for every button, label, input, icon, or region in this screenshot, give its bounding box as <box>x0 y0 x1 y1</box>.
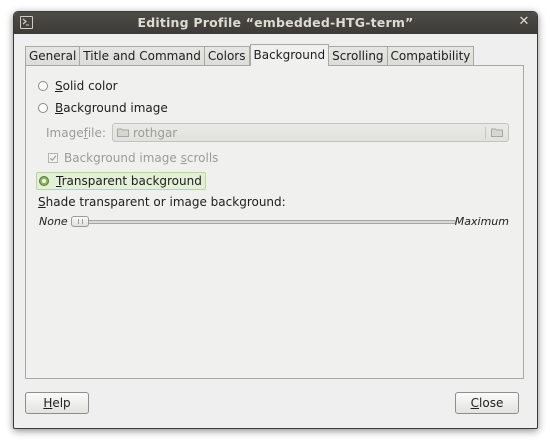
slider-max-label: Maximum <box>454 215 509 228</box>
solid-color-label: Solid color <box>55 79 118 93</box>
tab-colors[interactable]: Colors <box>204 46 250 66</box>
folder-open-icon <box>491 128 503 137</box>
tab-title-and-command[interactable]: Title and Command <box>80 46 205 66</box>
folder-icon <box>117 128 129 137</box>
shade-slider-row: None Maximum <box>39 215 509 229</box>
image-file-label: Image f ile: <box>46 126 106 140</box>
tab-compatibility[interactable]: Compatibility <box>387 46 475 66</box>
window-title: Editing Profile “embedded-HTG-term” <box>137 15 414 30</box>
background-image-scrolls-option[interactable]: Background image scrolls <box>48 151 218 165</box>
slider-min-label: None <box>39 215 68 228</box>
solid-color-option[interactable]: Solid color <box>38 79 118 93</box>
shade-slider-thumb[interactable] <box>71 216 89 227</box>
background-image-scrolls-checkbox[interactable] <box>48 153 58 163</box>
shade-slider-track[interactable] <box>72 220 456 224</box>
background-image-option[interactable]: Background image <box>38 101 168 115</box>
transparent-background-label: Transparent background <box>56 174 202 188</box>
tab-background[interactable]: Background <box>249 44 330 66</box>
title-bar[interactable]: Editing Profile “embedded-HTG-term” ✕ <box>14 12 537 34</box>
background-image-radio[interactable] <box>38 103 48 113</box>
chooser-separator <box>485 127 486 139</box>
close-button[interactable]: Close <box>455 392 519 414</box>
profile-dialog-window: Editing Profile “embedded-HTG-term” ✕ Ge… <box>13 11 538 429</box>
tab-bar: General Title and Command Colors Backgro… <box>25 44 475 66</box>
close-icon[interactable]: ✕ <box>518 15 530 28</box>
transparent-background-radio[interactable] <box>39 176 49 186</box>
solid-color-radio[interactable] <box>38 81 48 91</box>
tab-scrolling[interactable]: Scrolling <box>329 46 388 66</box>
checkmark-icon <box>49 155 57 162</box>
tab-general[interactable]: General <box>25 46 81 66</box>
background-image-scrolls-label: Background image scrolls <box>64 151 219 165</box>
help-button[interactable]: Help <box>25 392 89 414</box>
image-file-chooser[interactable]: rothgar <box>112 123 509 142</box>
shade-label: Shade transparent or image background: <box>38 195 286 209</box>
background-image-label: Background image <box>55 101 168 115</box>
transparent-background-option[interactable]: Transparent background <box>36 172 206 190</box>
image-file-value: rothgar <box>133 126 178 140</box>
